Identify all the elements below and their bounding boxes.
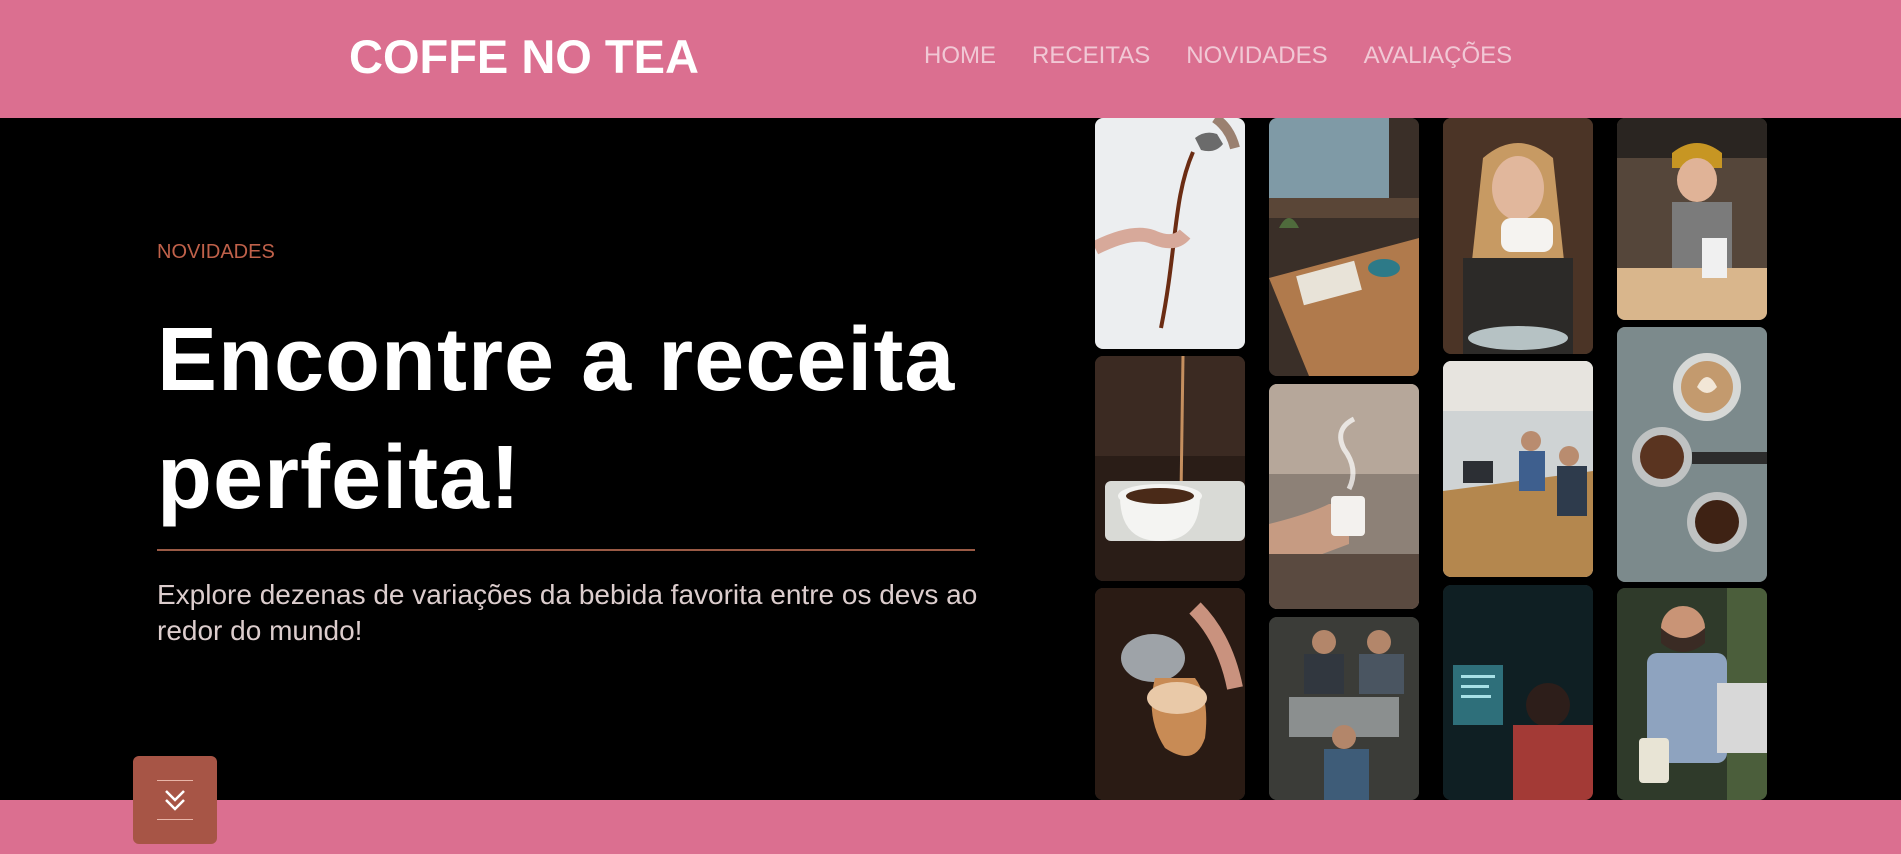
- hero-kicker: NOVIDADES: [157, 241, 275, 263]
- scroll-down-button[interactable]: [133, 756, 217, 844]
- photo-hand-holding-mug: [1269, 384, 1419, 609]
- scroll-button-line-bottom: [157, 819, 193, 820]
- photo-woman-drinking-coffee: [1443, 118, 1593, 354]
- photo-baristas-working: [1269, 617, 1419, 800]
- hero-divider: [157, 549, 975, 551]
- photo-pouring-coffee: [1095, 118, 1245, 349]
- photo-developer-screens: [1443, 585, 1593, 800]
- site-header: COFFE NO TEA HOME RECEITAS NOVIDADES AVA…: [0, 0, 1901, 118]
- scroll-button-line-top: [157, 780, 193, 781]
- photo-office-coworkers: [1443, 361, 1593, 577]
- photo-barista-espresso-machine: [1617, 118, 1767, 320]
- photo-coffee-stream-cup: [1095, 356, 1245, 581]
- double-chevron-down-icon: [165, 790, 185, 811]
- photo-cafe-window-table: [1269, 118, 1419, 376]
- hero-headline: Encontre a receita perfeita!: [157, 310, 956, 528]
- nav-receitas[interactable]: RECEITAS: [1032, 42, 1150, 70]
- site-logo[interactable]: COFFE NO TEA: [349, 29, 699, 84]
- nav-avaliacoes[interactable]: AVALIAÇÕES: [1364, 42, 1513, 70]
- main-nav: HOME RECEITAS NOVIDADES AVALIAÇÕES: [924, 42, 1512, 70]
- photo-latte-art-pour: [1095, 588, 1245, 800]
- site-footer: [0, 800, 1901, 854]
- hero-lead: Explore dezenas de variações da bebida f…: [157, 579, 978, 646]
- hero-section: NOVIDADES Encontre a receita perfeita! E…: [0, 118, 1901, 800]
- photo-man-with-laptop: [1617, 588, 1767, 800]
- nav-novidades[interactable]: NOVIDADES: [1186, 42, 1327, 70]
- nav-home[interactable]: HOME: [924, 42, 996, 70]
- photo-gallery: [1095, 118, 1767, 800]
- photo-latte-art-beans: [1617, 327, 1767, 582]
